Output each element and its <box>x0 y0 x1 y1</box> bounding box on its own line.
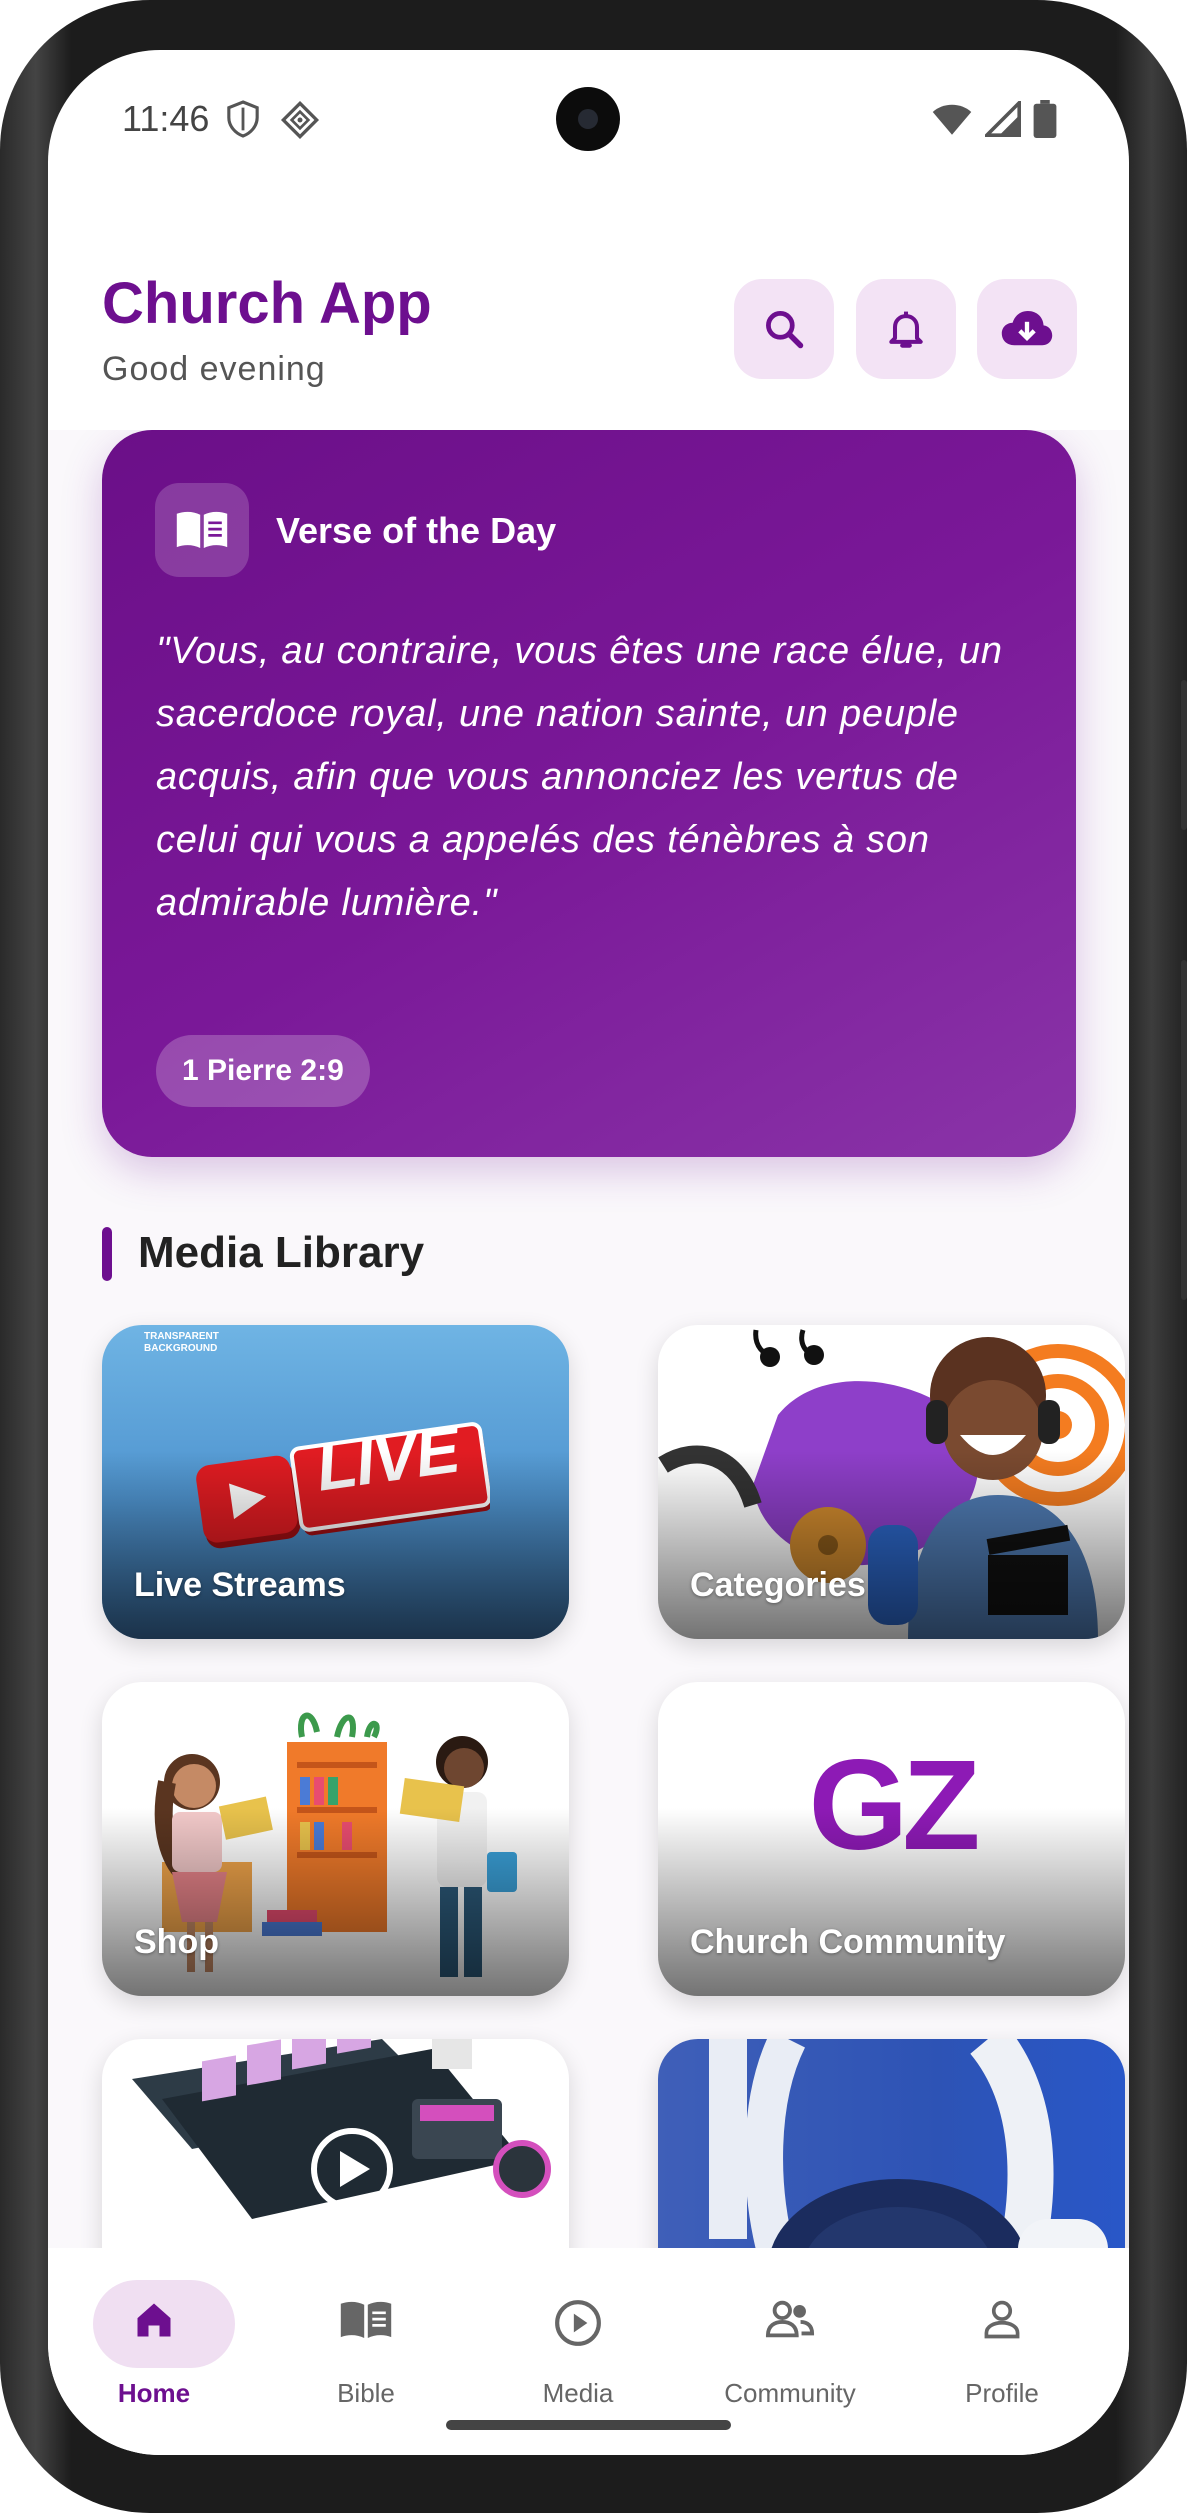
front-camera <box>556 87 620 151</box>
video-illustration <box>132 2039 551 2219</box>
tile-audio[interactable] <box>658 2039 1125 2248</box>
shield-icon <box>227 100 259 138</box>
verse-text: "Vous, au contraire, vous êtes une race … <box>156 630 1003 924</box>
nav-community[interactable]: Community <box>684 2248 896 2408</box>
play-circle-icon <box>555 2300 601 2346</box>
watermark-text: TRANSPARENT BACKGROUND <box>144 1331 219 1354</box>
tile-live-streams[interactable]: TRANSPARENT BACKGROUND LIVE Live Streams <box>102 1325 569 1639</box>
nav-label: Home <box>117 2378 191 2408</box>
app-title: Church App <box>102 271 432 336</box>
tile-label: Church Community <box>690 1923 1006 1961</box>
nav-label: Bible <box>337 2378 395 2408</box>
headphones-illustration <box>709 2039 1108 2248</box>
download-button[interactable] <box>977 279 1077 379</box>
bell-icon <box>889 311 923 348</box>
search-icon <box>766 311 804 349</box>
tile-label: Categories <box>690 1566 866 1604</box>
cloud-download-icon <box>1001 311 1053 346</box>
greeting: Good evening <box>102 350 326 388</box>
person-icon <box>984 2300 1020 2339</box>
home-content[interactable]: Verse of the Day "Vous, au contraire, vo… <box>48 430 1129 2248</box>
volume-button <box>1181 960 1187 1300</box>
wifi-icon <box>932 104 972 135</box>
battery-icon <box>1033 100 1057 138</box>
tile-label: Shop <box>134 1923 219 1961</box>
verse-of-the-day-card[interactable]: Verse of the Day "Vous, au contraire, vo… <box>102 430 1076 1157</box>
open-book-icon <box>176 511 228 548</box>
tile-shop[interactable]: Shop <box>102 1682 569 1996</box>
notifications-button[interactable] <box>856 279 956 379</box>
nav-media[interactable]: Media <box>472 2248 684 2408</box>
verse-reference-chip: 1 Pierre 2:9 <box>156 1035 370 1107</box>
tile-categories[interactable]: Categories <box>658 1325 1125 1639</box>
tile-video[interactable] <box>102 2039 569 2248</box>
nav-bible[interactable]: Bible <box>260 2248 472 2408</box>
tile-church-community[interactable]: GZ Church Community <box>658 1682 1125 1996</box>
nav-label: Media <box>542 2378 614 2408</box>
search-button[interactable] <box>734 279 834 379</box>
tile-label: Live Streams <box>134 1566 346 1604</box>
gesture-home-indicator[interactable] <box>446 2420 731 2430</box>
nav-profile[interactable]: Profile <box>896 2248 1108 2408</box>
signal-icon <box>985 101 1021 137</box>
verse-heading: Verse of the Day <box>276 510 557 551</box>
app-header: Church App Good evening <box>48 190 1129 430</box>
nav-label: Profile <box>965 2378 1039 2408</box>
diamond-pattern-icon <box>280 100 320 140</box>
home-icon <box>137 2303 171 2337</box>
nav-home[interactable]: Home <box>48 2248 260 2408</box>
nav-label: Community <box>724 2378 856 2408</box>
section-title: Media Library <box>138 1228 425 1277</box>
section-accent-bar <box>102 1227 112 1281</box>
book-icon <box>340 2301 392 2338</box>
status-bar: 11:46 <box>48 50 1129 190</box>
phone-frame: 11:46 Church App Good evening Verse of t… <box>0 0 1187 2513</box>
status-time: 11:46 <box>122 98 210 139</box>
screen: 11:46 Church App Good evening Verse of t… <box>48 50 1129 2455</box>
power-button <box>1181 680 1187 830</box>
people-icon <box>765 2300 815 2338</box>
